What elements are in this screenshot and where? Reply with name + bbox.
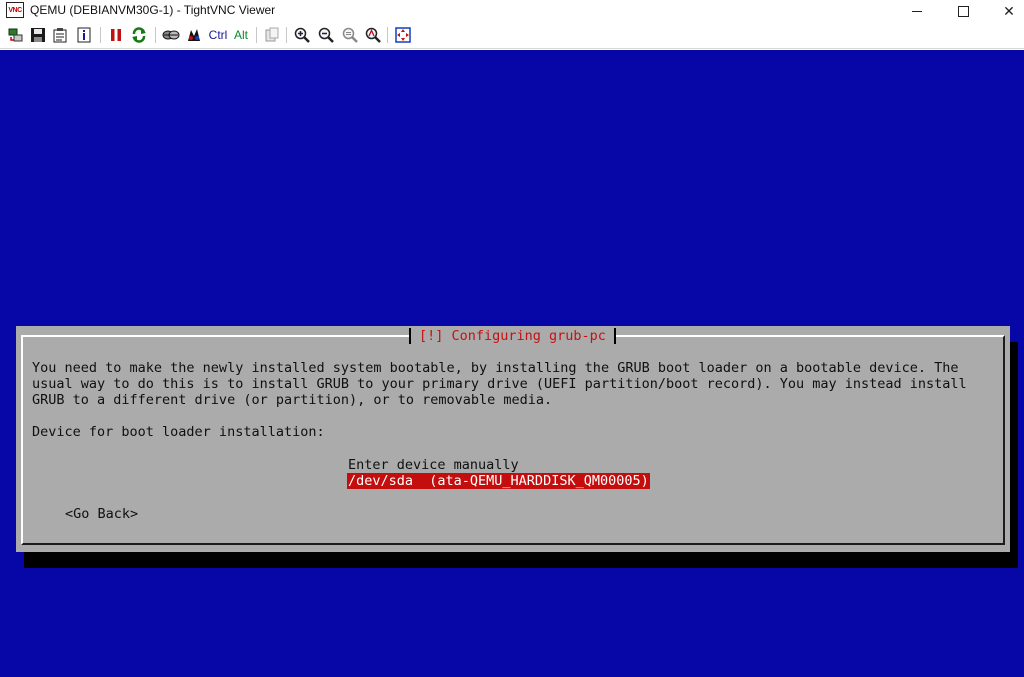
tightvnc-app-icon[interactable]: VNC	[6, 2, 24, 18]
toolbar-separator	[155, 27, 156, 43]
toolbar-separator	[256, 27, 257, 43]
dialog-title: [!] Configuring grub-pc	[409, 328, 616, 344]
dialog-description: You need to make the newly installed sys…	[32, 360, 967, 408]
zoom-out-button[interactable]	[317, 26, 335, 44]
toolbar-separator	[100, 27, 101, 43]
maximize-icon	[957, 5, 969, 17]
zoom-100-icon	[342, 27, 358, 43]
transfer-files-icon	[162, 30, 180, 40]
transfer-files-button[interactable]	[162, 26, 180, 44]
alt-key-toggle[interactable]: Alt	[232, 26, 250, 44]
zoom-100-button[interactable]	[341, 26, 359, 44]
save-button[interactable]	[29, 26, 47, 44]
fullscreen-icon	[395, 27, 411, 43]
save-icon	[31, 28, 45, 42]
window-title-bar: VNC QEMU (DEBIANVM30G-1) - TightVNC View…	[0, 0, 1024, 22]
send-ctrl-alt-del-icon	[188, 29, 200, 41]
toolbar: Ctrl Alt	[0, 22, 1024, 49]
connection-info-button[interactable]	[75, 26, 93, 44]
option-dev-sda[interactable]: /dev/sda (ata-QEMU_HARDDISK_QM00005)	[347, 473, 650, 489]
device-prompt: Device for boot loader installation:	[32, 424, 325, 440]
refresh-icon	[132, 27, 146, 43]
new-connection-button[interactable]	[7, 26, 25, 44]
pause-icon	[111, 29, 121, 41]
description-line: usual way to do this is to install GRUB …	[32, 376, 967, 392]
description-line: You need to make the newly installed sys…	[32, 360, 959, 376]
options-button[interactable]	[51, 26, 69, 44]
zoom-in-button[interactable]	[293, 26, 311, 44]
zoom-auto-icon	[365, 27, 381, 43]
toolbar-separator	[387, 27, 388, 43]
clipboard-icon	[265, 27, 279, 42]
grub-install-dialog: [!] Configuring grub-pc You need to make…	[16, 326, 1010, 552]
zoom-auto-button[interactable]	[364, 26, 382, 44]
option-enter-device-manually[interactable]: Enter device manually	[347, 457, 520, 473]
options-icon	[53, 28, 67, 43]
minimize-button[interactable]	[894, 0, 940, 22]
window-title: QEMU (DEBIANVM30G-1) - TightVNC Viewer	[30, 3, 276, 17]
description-line: GRUB to a different drive (or partition)…	[32, 392, 553, 408]
close-icon: ✕	[1003, 2, 1015, 19]
pause-button[interactable]	[107, 26, 125, 44]
fullscreen-button[interactable]	[394, 26, 412, 44]
close-button[interactable]: ✕	[986, 0, 1024, 22]
maximize-button[interactable]	[940, 0, 986, 22]
zoom-out-icon	[318, 27, 334, 43]
new-connection-icon	[8, 28, 23, 42]
clipboard-button[interactable]	[263, 26, 281, 44]
minimize-icon	[912, 10, 922, 12]
ctrl-key-toggle[interactable]: Ctrl	[207, 26, 229, 44]
zoom-in-icon	[294, 27, 310, 43]
connection-info-icon	[77, 27, 91, 43]
toolbar-separator	[286, 27, 287, 43]
send-ctrl-alt-del-button[interactable]	[185, 26, 203, 44]
go-back-button[interactable]: <Go Back>	[65, 506, 138, 522]
refresh-button[interactable]	[130, 26, 148, 44]
